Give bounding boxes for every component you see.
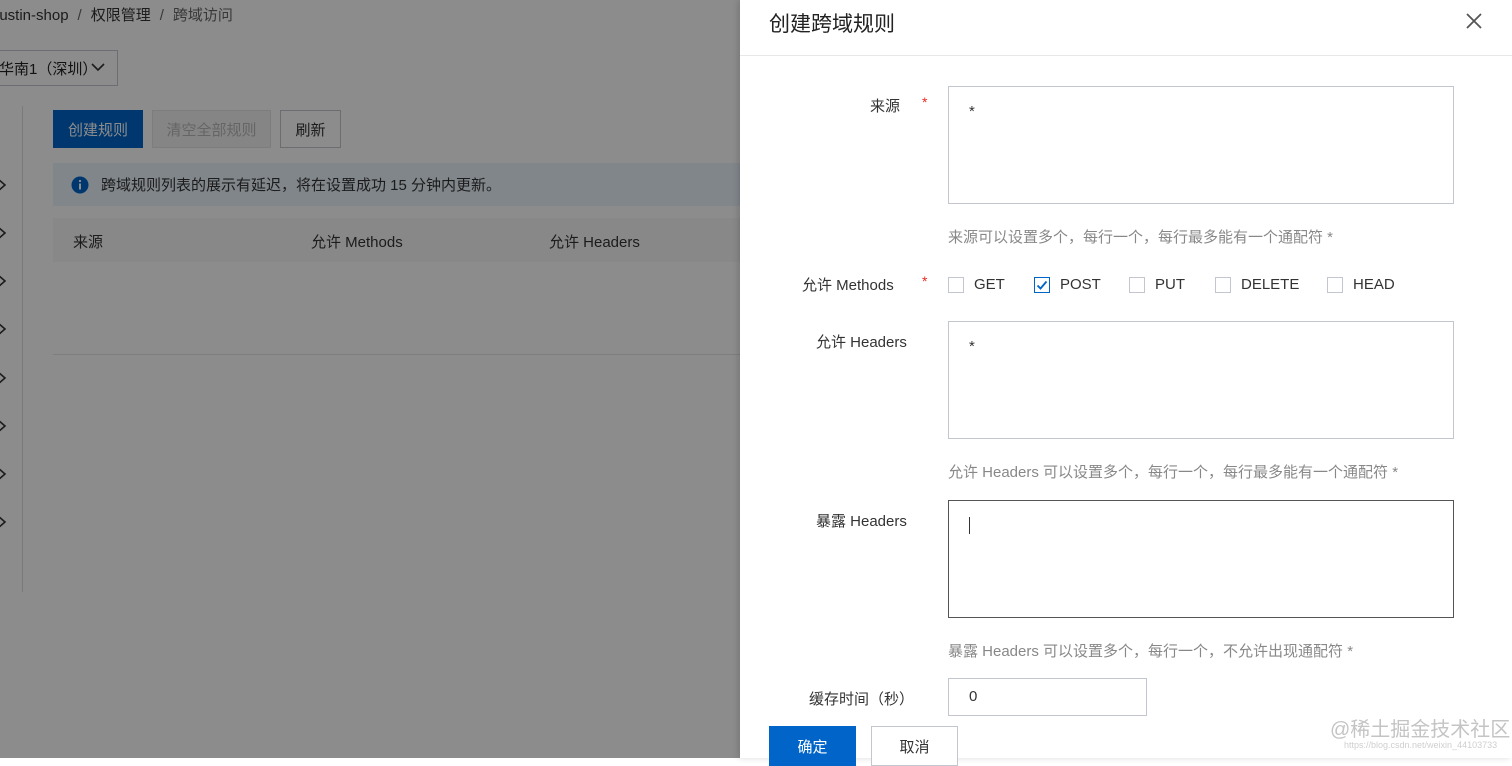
- origin-textarea[interactable]: *: [948, 86, 1454, 204]
- checkmark-icon: [1036, 280, 1048, 290]
- expose-headers-help-text: 暴露 Headers 可以设置多个，每行一个，不允许出现通配符 *: [948, 643, 1354, 660]
- method-put-checkbox[interactable]: [1129, 276, 1145, 293]
- methods-label: 允许 Methods: [802, 277, 894, 294]
- allow-headers-textarea[interactable]: *: [948, 321, 1454, 439]
- confirm-button[interactable]: 确定: [769, 726, 856, 766]
- expose-headers-textarea[interactable]: [948, 500, 1454, 618]
- method-head-checkbox[interactable]: [1327, 276, 1343, 293]
- required-mark: *: [922, 273, 928, 289]
- method-delete-checkbox[interactable]: [1215, 276, 1231, 293]
- origin-help-text: 来源可以设置多个，每行一个，每行最多能有一个通配符 *: [948, 229, 1334, 246]
- method-put-option[interactable]: PUT: [1129, 276, 1185, 293]
- watermark-url: https://blog.csdn.net/weixin_44103733: [1344, 740, 1498, 750]
- method-post-label: POST: [1060, 276, 1101, 293]
- max-age-input[interactable]: 0: [948, 678, 1147, 716]
- method-get-option[interactable]: GET: [948, 276, 1005, 293]
- max-age-label: 缓存时间（秒）: [809, 691, 915, 708]
- drawer-title: 创建跨域规则: [769, 13, 895, 36]
- allow-headers-label: 允许 Headers: [816, 334, 907, 351]
- allow-headers-help-text: 允许 Headers 可以设置多个，每行一个，每行最多能有一个通配符 *: [948, 464, 1399, 481]
- expose-headers-label: 暴露 Headers: [816, 513, 907, 530]
- method-put-label: PUT: [1155, 276, 1185, 293]
- method-post-option[interactable]: POST: [1034, 276, 1101, 293]
- method-head-label: HEAD: [1353, 276, 1395, 293]
- required-mark: *: [922, 94, 928, 110]
- method-delete-label: DELETE: [1241, 276, 1300, 293]
- method-get-label: GET: [974, 276, 1005, 293]
- create-cors-rule-drawer: 创建跨域规则 来源 * * 来源可以设置多个，每行一个，每行最多能有一个通配符 …: [740, 0, 1512, 766]
- method-head-option[interactable]: HEAD: [1327, 276, 1395, 293]
- method-get-checkbox[interactable]: [948, 276, 964, 293]
- text-caret: [969, 517, 970, 534]
- watermark: @稀土掘金技术社区: [1330, 719, 1511, 741]
- cancel-button[interactable]: 取消: [871, 726, 958, 766]
- close-icon[interactable]: [1462, 9, 1486, 33]
- origin-label: 来源: [870, 98, 901, 115]
- modal-overlay[interactable]: [0, 0, 740, 758]
- background-page: justin-shop / 权限管理 / 跨域访问 华南1（深圳） 创建规则 清空全部规…: [0, 0, 740, 758]
- method-post-checkbox[interactable]: [1034, 276, 1050, 293]
- drawer-divider: [740, 55, 1512, 56]
- method-delete-option[interactable]: DELETE: [1215, 276, 1299, 293]
